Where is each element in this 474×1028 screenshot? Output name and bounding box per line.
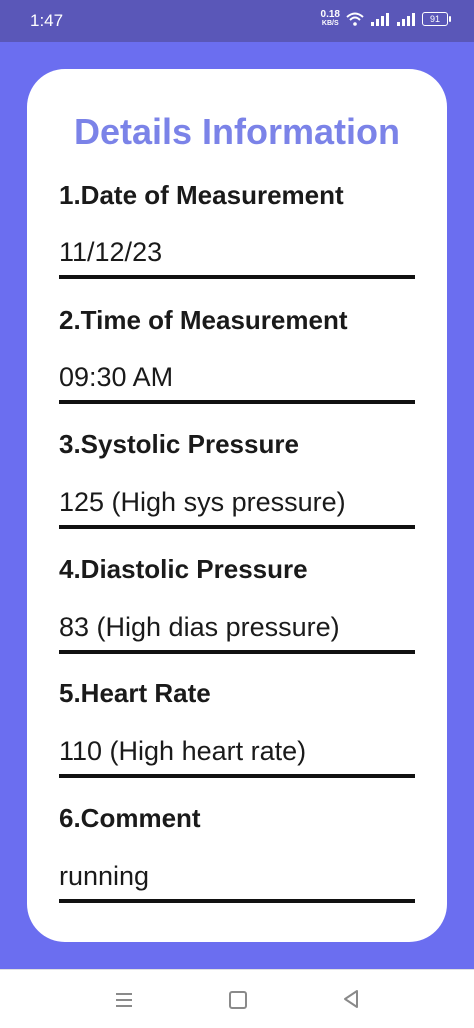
status-time: 1:47 [30,11,64,30]
menu-icon[interactable] [110,984,140,1014]
systolic-value[interactable]: 125 (High sys pressure) [59,487,415,529]
comment-label: 6.Comment [59,803,201,833]
battery-level: 91 [429,14,440,24]
back-icon[interactable] [336,984,366,1014]
wifi-icon [346,12,364,26]
status-icons: 0.18 KB/S 91 [321,10,451,28]
netspeed: 0.18 KB/S [321,10,340,28]
netspeed-unit: KB/S [321,20,339,27]
netspeed-value: 0.18 [320,9,340,20]
date-label: 1.Date of Measurement [59,180,344,210]
time-value[interactable]: 09:30 AM [59,362,415,404]
heart-rate-label: 5.Heart Rate [59,678,211,708]
page-title: Details Information [73,111,401,152]
signal-icon [371,13,389,26]
comment-value[interactable]: running [59,861,415,903]
diastolic-value[interactable]: 83 (High dias pressure) [59,612,415,654]
diastolic-label: 4.Diastolic Pressure [59,554,308,584]
details-card: Details Information 1.Date of Measuremen… [27,69,447,942]
date-value[interactable]: 11/12/23 [59,237,415,279]
battery-icon: 91 [422,12,451,26]
home-icon[interactable] [223,984,253,1014]
navigation-bar [0,969,474,1028]
heart-rate-value[interactable]: 110 (High heart rate) [59,736,415,778]
time-label: 2.Time of Measurement [59,305,348,335]
systolic-label: 3.Systolic Pressure [59,429,299,459]
signal-icon [397,13,415,26]
status-bar: 1:47 0.18 KB/S 91 [0,0,474,42]
